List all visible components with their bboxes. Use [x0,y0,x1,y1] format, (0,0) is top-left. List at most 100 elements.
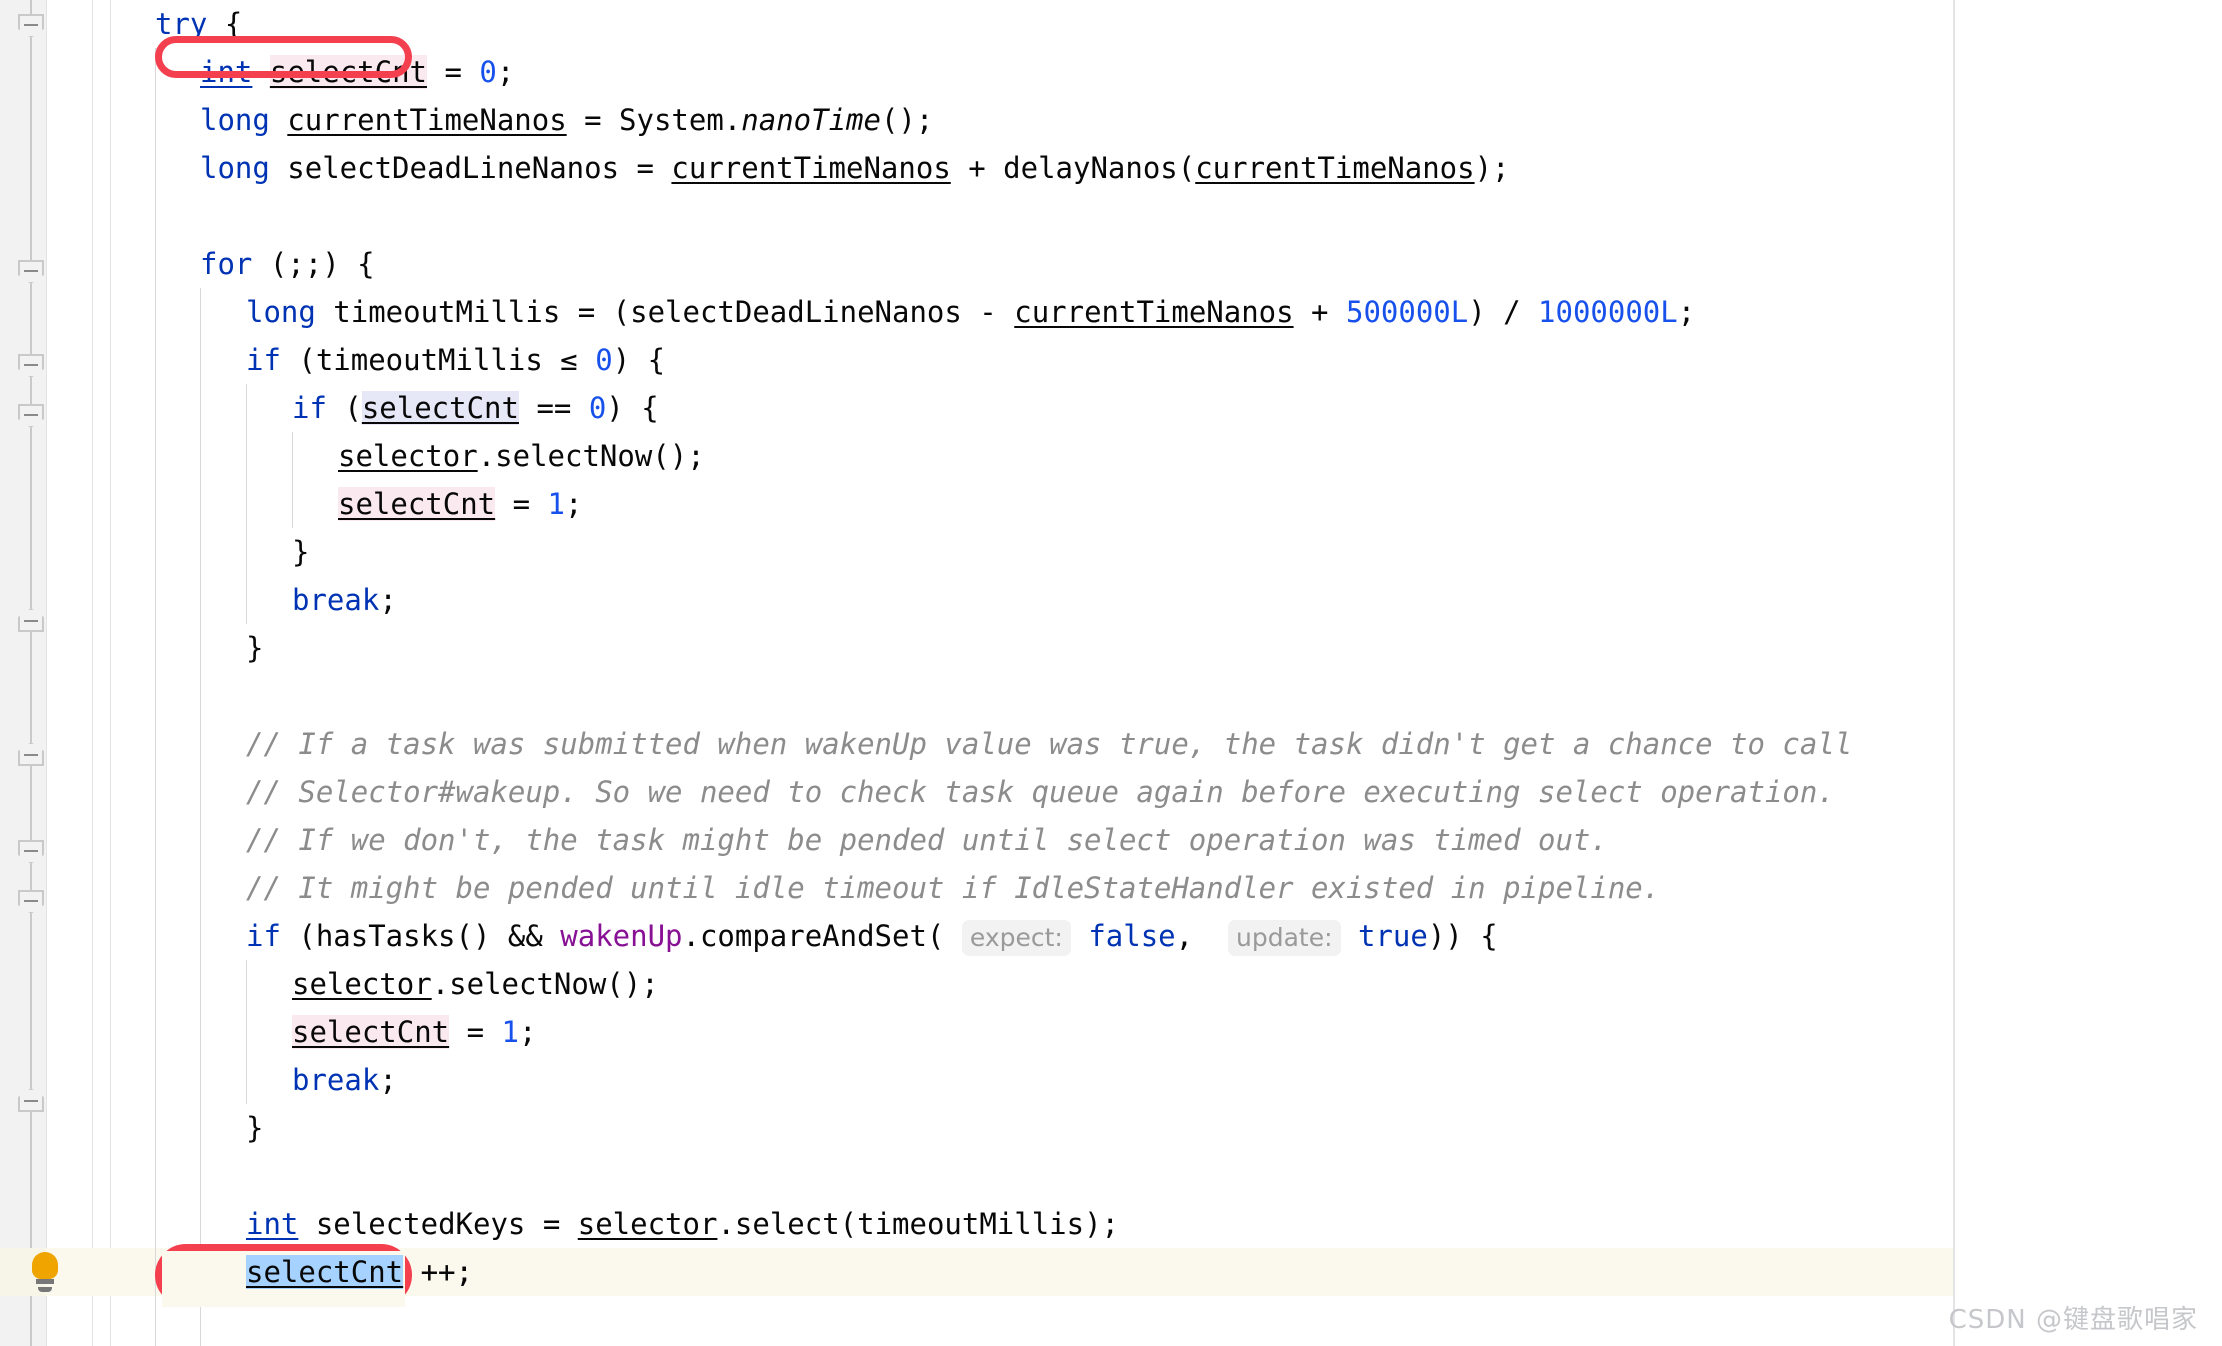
comment-line-3: // If we don't, the task might be pended… [246,823,1608,857]
token-keyword-break: break [292,583,380,617]
token-var-selectCnt-read: selectCnt [361,391,519,425]
token-for-rest: (;;) { [252,247,375,281]
token-keyword-break: break [292,1063,380,1097]
token-field-selector-3: selector [577,1207,718,1241]
token-close-brace: } [246,1111,264,1145]
token-selectNow-call-1: .selectNow(); [477,439,705,473]
token-semicolon: ; [379,1063,397,1097]
code-line-18[interactable]: // If we don't, the task might be pended… [246,816,1608,864]
code-line-12[interactable]: } [292,528,309,576]
code-line-11[interactable]: selectCnt = 1; [338,480,582,528]
token-number-0: 0 [588,391,607,425]
code-line-9[interactable]: if (selectCnt == 0) { [292,384,659,432]
token-keyword-int: int [246,1207,299,1241]
token-compareAndSet-call: .compareAndSet( [682,919,945,953]
code-line-24[interactable]: } [246,1104,263,1152]
token-keyword-long: long [200,151,270,185]
token-var-currentTimeNanos-ref3: currentTimeNanos [1014,295,1294,329]
token-assign: = [495,487,548,521]
code-line-13[interactable]: break; [292,576,397,624]
token-call-tail: (); [880,103,934,137]
token-operator-eq: == [518,391,589,425]
token-var-selectCnt-decl: selectCnt [269,55,427,89]
code-line-7[interactable]: long timeoutMillis = (selectDeadLineNano… [246,288,1695,336]
token-operator-lte-ligature: ≤ [560,343,578,377]
token-number-1: 1 [547,487,565,521]
token-keyword-int: int [200,55,253,89]
token-var-selectCnt-write-1: selectCnt [338,487,496,521]
code-line-16[interactable]: // If a task was submitted when wakenUp … [246,720,1852,768]
token-call-tail: ); [1474,151,1510,185]
inline-hint-update[interactable]: update: [1228,920,1341,956]
token-keyword-long: long [246,295,316,329]
token-var-selectCnt-write-2: selectCnt [292,1015,450,1049]
inline-hint-expect[interactable]: expect: [961,920,1071,956]
token-cond-tail: )) { [1427,919,1498,953]
token-boolean-true: true [1358,919,1428,953]
token-cond-timeoutMillis: (timeoutMillis [280,343,561,377]
token-close-brace: } [246,631,264,665]
token-number-0: 0 [479,55,497,89]
comment-line-4: // It might be pended until idle timeout… [246,871,1661,905]
code-surface[interactable]: try { int selectCnt = 0; long currentTim… [0,0,2222,1346]
token-number-1000000L: 1000000L [1538,295,1678,329]
token-number-0: 0 [595,343,613,377]
code-line-8[interactable]: if (timeoutMillis ≤ 0) { [246,336,665,384]
token-decl-selectedKeys: selectedKeys = [298,1207,578,1241]
token-comma: , [1175,919,1194,953]
code-line-19[interactable]: // It might be pended until idle timeout… [246,864,1660,912]
token-keyword-for: for [200,247,253,281]
token-select-call: .select(timeoutMillis); [717,1207,1120,1241]
code-line-27-overlay[interactable]: selectCnt ++; [246,1248,473,1296]
token-hasTasks-call: (hasTasks() && [280,919,561,953]
token-keyword-if: if [292,391,327,425]
token-assign: = [427,55,480,89]
token-plus: + [1293,295,1346,329]
token-field-selector-1: selector [338,439,478,473]
token-semicolon: ; [496,55,515,89]
token-assign-system: = System. [566,103,742,137]
token-keyword-try: try [155,7,208,41]
code-editor[interactable]: try { int selectCnt = 0; long currentTim… [0,0,2222,1346]
code-line-26[interactable]: int selectedKeys = selector.select(timeo… [246,1200,1119,1248]
token-increment-overlay: ++; [403,1255,473,1289]
code-line-4[interactable]: long selectDeadLineNanos = currentTimeNa… [200,144,1510,192]
token-keyword-long: long [200,103,270,137]
token-semicolon: ; [1677,295,1696,329]
token-close-brace: } [292,535,310,569]
token-selectNow-call-2: .selectNow(); [431,967,659,1001]
token-var-currentTimeNanos-ref1: currentTimeNanos [671,151,951,185]
code-line-1[interactable]: try { [155,0,242,48]
token-keyword-if: if [246,919,281,953]
token-static-call-nanoTime: nanoTime [741,103,881,137]
code-line-17[interactable]: // Selector#wakeup. So we need to check … [246,768,1835,816]
token-timeoutMillis-expr: timeoutMillis = (selectDeadLineNanos - [315,295,1015,329]
token-number-500000L: 500000L [1345,295,1469,329]
csdn-watermark: CSDN @键盘歌唱家 [1948,1305,2198,1335]
token-keyword-if: if [246,343,281,377]
token-assign: = [449,1015,502,1049]
token-cond-tail: ) { [612,343,666,377]
code-line-20[interactable]: if (hasTasks() && wakenUp.compareAndSet(… [246,912,1498,960]
token-number-1: 1 [501,1015,519,1049]
token-divide: ) / [1468,295,1539,329]
token-semicolon: ; [565,487,583,521]
code-line-22[interactable]: selectCnt = 1; [292,1008,536,1056]
code-line-14[interactable]: } [246,624,263,672]
token-cond-tail: ) { [606,391,659,425]
code-line-23[interactable]: break; [292,1056,397,1104]
token-brace: { [207,7,243,41]
code-line-6[interactable]: for (;;) { [200,240,375,288]
code-line-21[interactable]: selector.selectNow(); [292,960,659,1008]
code-line-10[interactable]: selector.selectNow(); [338,432,705,480]
code-line-3[interactable]: long currentTimeNanos = System.nanoTime(… [200,96,933,144]
token-paren-open: ( [326,391,362,425]
token-semicolon: ; [519,1015,537,1049]
token-decl-selectDeadLineNanos: selectDeadLineNanos = [269,151,672,185]
token-var-currentTimeNanos-decl: currentTimeNanos [287,103,567,137]
token-semicolon: ; [379,583,397,617]
code-line-2[interactable]: int selectCnt = 0; [200,48,514,96]
